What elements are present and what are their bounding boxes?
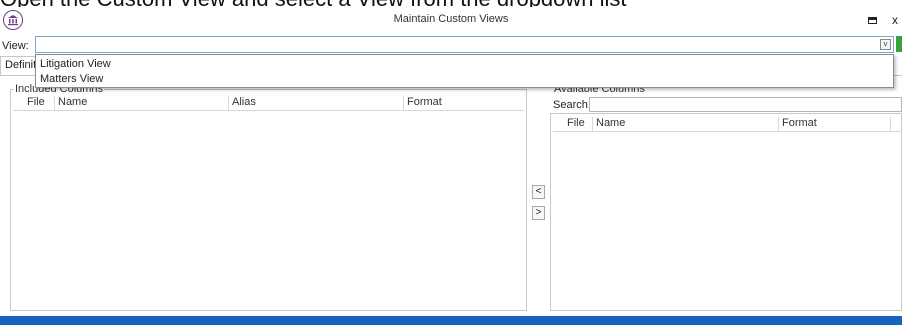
available-columns-header: File Name Format: [553, 117, 901, 132]
status-bar: [0, 316, 902, 325]
included-columns-header: File Name Alias Format: [13, 96, 524, 111]
view-dropdown-list: Litigation View Matters View: [35, 54, 894, 88]
column-header-file[interactable]: File: [553, 117, 593, 131]
column-header-file[interactable]: File: [13, 96, 55, 110]
chevron-down-icon[interactable]: ˅: [880, 39, 891, 50]
column-header-format[interactable]: Format: [779, 117, 891, 131]
title-bar: Maintain Custom Views x: [0, 7, 902, 35]
plus-icon[interactable]: [896, 36, 902, 52]
dropdown-option-litigation-view[interactable]: Litigation View: [40, 58, 111, 70]
window-title: Maintain Custom Views: [393, 13, 509, 25]
view-label: View:: [2, 40, 29, 52]
search-label: Search:: [553, 99, 591, 111]
maximize-icon[interactable]: [868, 17, 877, 24]
included-columns-group: File Name Alias Format: [10, 89, 527, 311]
column-header-format[interactable]: Format: [404, 96, 524, 110]
column-header-name[interactable]: Name: [593, 117, 779, 131]
move-left-button[interactable]: <: [532, 185, 545, 199]
close-icon[interactable]: x: [892, 13, 898, 27]
search-input[interactable]: [589, 97, 902, 112]
available-columns-group: File Name Format: [550, 113, 902, 311]
move-right-button[interactable]: >: [532, 206, 545, 220]
tab-strip-edge: [893, 56, 902, 75]
view-select[interactable]: [35, 36, 894, 53]
column-header-alias[interactable]: Alias: [229, 96, 404, 110]
dropdown-option-matters-view[interactable]: Matters View: [40, 73, 103, 85]
column-header-name[interactable]: Name: [55, 96, 229, 110]
